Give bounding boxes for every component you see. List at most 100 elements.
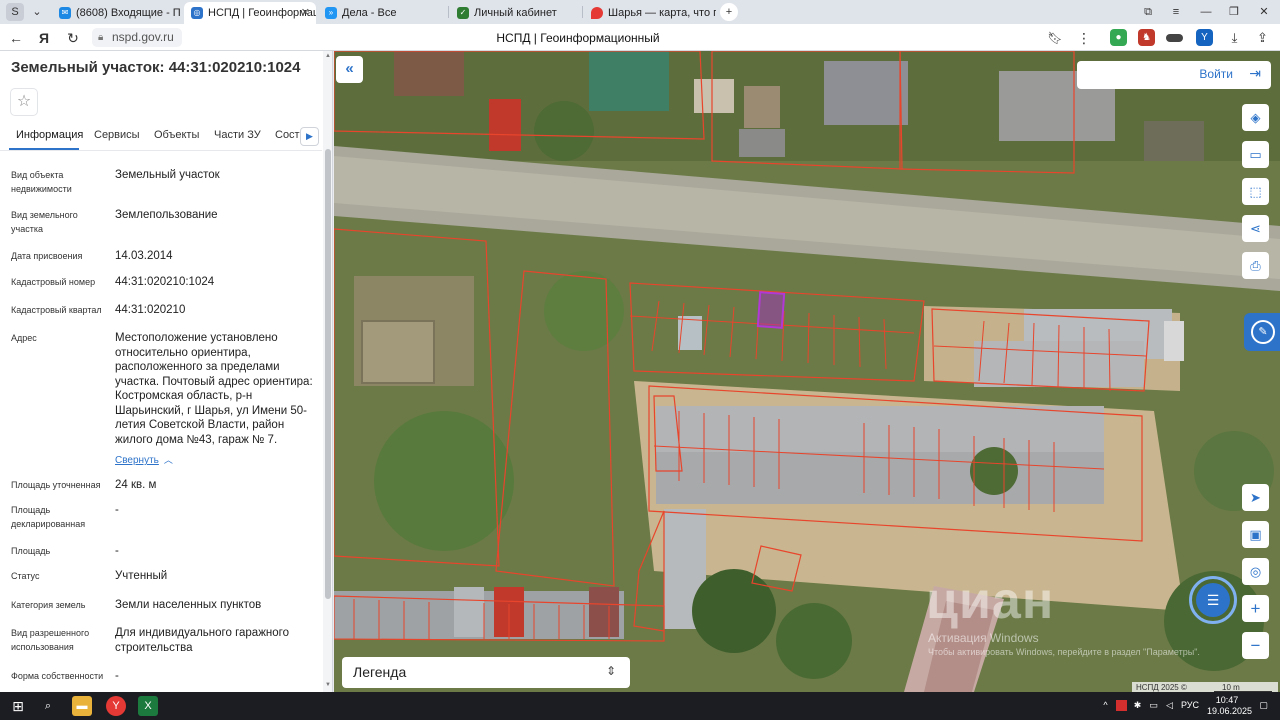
select-area-icon[interactable]: ⬚ [1242,178,1269,205]
field-label: Категория земель [11,600,86,610]
tray-chevron-icon[interactable]: ^ [1100,700,1111,711]
tabs-next-chevron-icon[interactable]: ▶ [300,127,319,146]
chat-button[interactable]: ☰ [1189,576,1237,624]
download-icon[interactable]: ⤓ [1226,29,1243,46]
excel-icon[interactable]: X [138,696,158,716]
browser-menu-icon[interactable]: S [6,3,24,21]
panel-scrollbar[interactable]: ▲ ▼ [323,51,332,692]
language-indicator[interactable]: РУС [1181,700,1199,710]
layers-icon[interactable]: ◈ [1242,104,1269,131]
tab-information[interactable]: Информация [16,129,83,141]
login-button[interactable]: Войти ⇥ [1077,61,1271,89]
favorite-star-icon[interactable]: ☆ [10,88,38,116]
ruler-icon[interactable]: ▭ [1242,141,1269,168]
notifications-icon[interactable]: ▢ [1258,700,1269,711]
windows-activation-subtitle: Чтобы активировать Windows, перейдите в … [928,647,1200,657]
yandex-browser-icon[interactable]: Y [106,696,126,716]
tray-app-icon[interactable] [1116,700,1127,711]
attribution-text: НСПД 2025 © [1136,683,1187,692]
tab-objects[interactable]: Объекты [154,129,199,141]
field-label: Площадь [11,546,51,556]
minimap-icon[interactable]: ▣ [1242,521,1269,548]
reload-icon[interactable]: ↻ [63,28,83,48]
menu-icon[interactable]: ≡ [1162,2,1190,22]
collapse-link-label: Свернуть [115,455,159,466]
tab-cases[interactable]: » Дела - Все [318,2,446,24]
scroll-up-icon[interactable]: ▲ [324,53,332,59]
close-window-icon[interactable]: ✕ [1250,2,1278,22]
field-label: Форма собственности [11,671,104,681]
search-icon[interactable]: ⌕ [38,696,58,716]
field-value: Местоположение установлено относительно … [115,332,313,446]
minimize-icon[interactable]: — [1192,2,1220,22]
more-icon[interactable]: ⋮ [1074,28,1094,48]
feedback-icon: ✎ [1251,320,1275,344]
extension-icon[interactable]: ♞ [1138,29,1155,46]
close-tab-icon[interactable]: ✕ [301,2,310,24]
cabinet-icon: ✓ [457,7,469,19]
windows-start-icon[interactable]: ⊞ [8,696,28,716]
yandex-icon[interactable]: Я [34,28,54,48]
plot-title: Земельный участок: 44:31:020210:1024 [11,59,301,76]
tab-nspd[interactable]: ◎ НСПД | Геоинформац ✕ [184,2,316,24]
extension-icon[interactable] [1166,34,1183,42]
tab-mail[interactable]: ✉ (8608) Входящие - Почта [52,2,180,24]
extension-icon[interactable]: ● [1110,29,1127,46]
volume-icon[interactable]: ◁ [1164,700,1175,711]
collections-icon[interactable]: ⧉ [1134,2,1162,22]
extension-icon[interactable]: Y [1196,29,1213,46]
geolocation-icon[interactable]: ➤ [1242,484,1269,511]
feedback-button[interactable]: ✎ [1244,313,1280,351]
scroll-thumb[interactable] [325,149,331,599]
tab-parts[interactable]: Части ЗУ [214,129,261,141]
tab-map[interactable]: Шарья — карта, что посм [584,2,716,24]
field-value: - [115,504,119,516]
zoom-out-icon[interactable]: − [1242,632,1269,659]
print-icon[interactable]: ⎙ [1242,252,1269,279]
map-attribution: НСПД 2025 © 10 m [1132,682,1278,692]
map-view[interactable]: циан Активация Windows Чтобы активироват… [334,51,1280,692]
tabs-dropdown-icon[interactable]: ⌄ [28,3,46,21]
field-label: Кадастровый квартал [11,305,102,315]
tab-services[interactable]: Сервисы [94,129,140,141]
location-search-icon[interactable]: ◎ [1242,558,1269,585]
field-value: 24 кв. м [115,479,157,491]
clock-time: 10:47 [1215,695,1239,705]
collapse-link[interactable]: Свернуть ︿ [115,453,173,466]
file-explorer-icon[interactable]: ▬ [72,696,92,716]
field-label: Площадь декларированная [11,505,86,529]
windows-taskbar: ⊞ ⌕ ▬ Y X ^ ✱ ▭ ◁ РУС 10:47 19.06.2025 ▢ [0,692,1280,720]
info-panel: Земельный участок: 44:31:020210:1024 ☆ И… [0,51,333,692]
login-icon: ⇥ [1249,65,1261,81]
bookmark-icon[interactable]: 🔖︎ [1045,28,1065,48]
field-label: Вид объекта недвижимости [11,170,72,194]
windows-activation-title: Активация Windows [928,631,1039,645]
selected-parcel[interactable] [756,291,786,329]
network-icon[interactable]: ▭ [1148,700,1159,711]
legend-selector[interactable]: Легенда ⇕ [342,657,630,688]
url-text: nspd.gov.ru [112,30,174,44]
clock-date: 19.06.2025 [1207,706,1253,716]
mail-icon: ✉ [59,7,71,19]
scroll-down-icon[interactable]: ▼ [324,682,332,688]
updown-chevron-icon: ⇕ [605,664,616,678]
address-bar: ← Я ↻ 🔒︎ nspd.gov.ru НСПД | Геоинформаци… [0,24,1280,65]
clock[interactable]: 10:47 19.06.2025 [1207,695,1253,717]
new-tab-icon[interactable]: + [720,3,738,21]
field-label: Вид земельного участка [11,210,78,234]
tab-cabinet-label: Личный кабинет [474,7,557,19]
share-icon[interactable]: ⋖ [1242,215,1269,242]
restore-icon[interactable]: ❐ [1220,2,1248,22]
tray-status-icon[interactable]: ✱ [1132,700,1143,711]
nspd-icon: ◎ [191,7,203,19]
tab-cases-label: Дела - Все [342,7,397,19]
tab-cabinet[interactable]: ✓ Личный кабинет [450,2,580,24]
tab-map-label: Шарья — карта, что посм [608,7,716,19]
zoom-in-icon[interactable]: + [1242,595,1269,622]
back-arrow-icon[interactable]: ← [6,28,26,48]
collapse-panel-chevron-icon[interactable]: « [336,56,363,83]
share-icon[interactable]: ⇪ [1254,29,1271,46]
field-value: Земли населенных пунктов [115,599,262,611]
field-value: Земельный участок [115,169,220,181]
url-field[interactable]: 🔒︎ nspd.gov.ru [92,28,182,47]
